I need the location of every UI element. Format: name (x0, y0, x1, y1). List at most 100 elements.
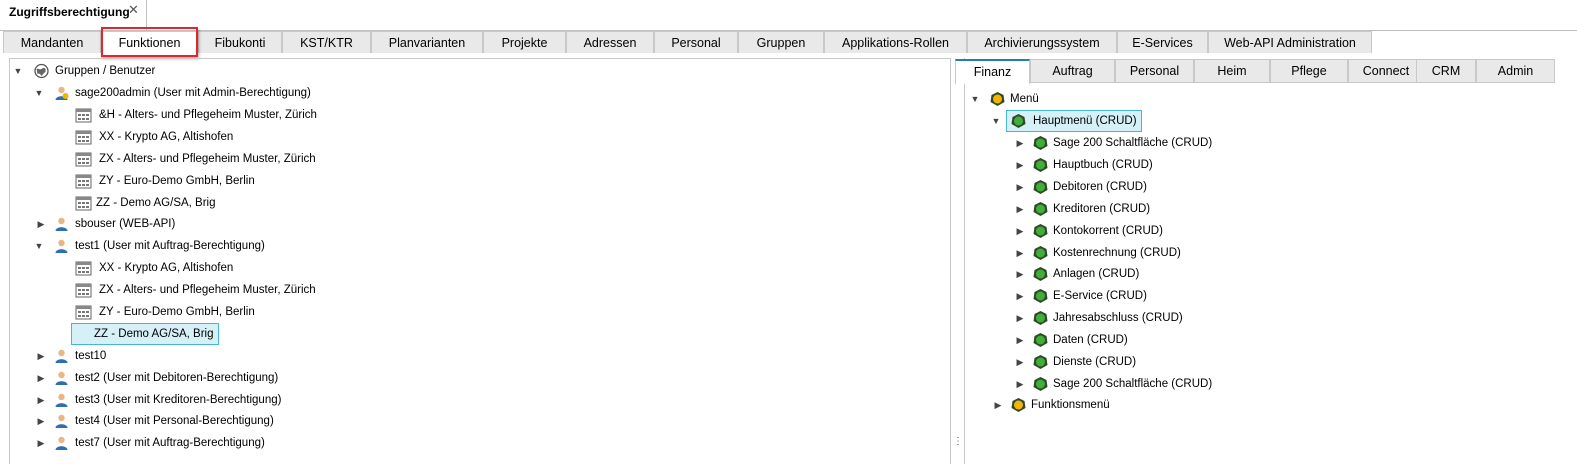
collapse-arrow-icon[interactable]: ▼ (34, 236, 44, 256)
tree-company-label: ZZ - Demo AG/SA, Brig (71, 323, 219, 345)
tree-user-label: test7 (User mit Auftrag-Berechtigung) (75, 437, 265, 449)
document-tab-bar: Zugriffsberechtigung ✕ (0, 0, 1577, 31)
tree-root-label: Gruppen / Benutzer (55, 65, 156, 77)
traffic-light-green-icon (1033, 311, 1048, 326)
traffic-light-green-icon (1033, 223, 1048, 238)
traffic-light-green-icon (1033, 157, 1048, 172)
tab-pflege[interactable]: Pflege (1270, 59, 1348, 82)
tree-user-label: test4 (User mit Personal-Berechtigung) (75, 415, 274, 427)
tree-company-label: ZY - Euro-Demo GmbH, Berlin (99, 175, 255, 187)
user-icon (55, 436, 68, 450)
traffic-light-yellow-icon (990, 92, 1005, 106)
collapse-arrow-icon[interactable]: ▼ (13, 61, 23, 81)
tree-company-label: ZZ - Demo AG/SA, Brig (96, 197, 216, 209)
company-icon (75, 261, 92, 276)
tree-user-label: test10 (75, 350, 107, 362)
tab-divider (1030, 82, 1555, 83)
tree-function-item-label: E-Service (CRUD) (1053, 290, 1147, 303)
panel-splitter[interactable]: ⋮ (951, 58, 963, 464)
collapse-arrow-icon[interactable]: ▼ (970, 89, 980, 109)
main-tab-strip: Mandanten Funktionen Fibukonti KST/KTR P… (0, 31, 1577, 55)
tree-user-label: sage200admin (User mit Admin-Berechtigun… (75, 87, 311, 99)
expand-arrow-icon[interactable]: ▶ (36, 433, 46, 453)
tab-kst-ktr[interactable]: KST/KTR (282, 31, 371, 53)
tree-function-item-label: Sage 200 Schaltfläche (CRUD) (1053, 137, 1213, 149)
tree-company-label: ZX - Alters- und Pflegeheim Muster, Züri… (99, 284, 316, 296)
document-tab[interactable]: Zugriffsberechtigung ✕ (0, 0, 147, 30)
tab-applikations-rollen[interactable]: Applikations-Rollen (824, 31, 967, 53)
globe-icon (34, 63, 49, 79)
tab-mandanten[interactable]: Mandanten (3, 31, 101, 53)
expand-arrow-icon[interactable]: ▶ (1015, 221, 1025, 241)
tree-function-item-label: Hauptbuch (CRUD) (1053, 158, 1153, 171)
tab-finanz[interactable]: Finanz (955, 59, 1030, 84)
tree-function-menu-label: Funktionsmenü (1031, 399, 1110, 411)
expand-arrow-icon[interactable]: ▶ (1015, 264, 1025, 284)
tree-user-label: test2 (User mit Debitoren-Berechtigung) (75, 372, 279, 384)
expand-arrow-icon[interactable]: ▶ (1015, 133, 1025, 153)
tab-archivierungssystem[interactable]: Archivierungssystem (967, 31, 1117, 53)
tab-e-services[interactable]: E-Services (1117, 31, 1208, 53)
tree-company-label: &H - Alters- und Pflegeheim Muster, Züri… (99, 109, 317, 121)
company-icon (75, 130, 92, 145)
tab-projekte[interactable]: Projekte (483, 31, 566, 53)
collapse-arrow-icon[interactable]: ▼ (991, 111, 1001, 131)
expand-arrow-icon[interactable]: ▶ (36, 390, 46, 410)
expand-arrow-icon[interactable]: ▶ (1015, 155, 1025, 175)
user-icon (55, 217, 68, 231)
expand-arrow-icon[interactable]: ▶ (1015, 308, 1025, 328)
traffic-light-green-icon (1033, 201, 1048, 216)
tree-company-label: ZY - Euro-Demo GmbH, Berlin (99, 306, 255, 318)
traffic-light-green-icon (1033, 289, 1048, 304)
tree-function-item-label: Dienste (CRUD) (1053, 356, 1137, 368)
expand-arrow-icon[interactable]: ▶ (1015, 352, 1025, 372)
tree-function-item-label: Kontokorrent (CRUD) (1053, 224, 1163, 237)
tab-connect[interactable]: Connect (1348, 59, 1424, 82)
traffic-light-green-icon (1033, 267, 1048, 282)
tab-personal[interactable]: Personal (654, 31, 738, 53)
traffic-light-green-icon (1011, 114, 1026, 128)
tree-function-item-label: Kreditoren (CRUD) (1053, 202, 1151, 215)
expand-arrow-icon[interactable]: ▶ (1015, 374, 1025, 394)
document-tab-title: Zugriffsberechtigung (9, 5, 130, 19)
expand-arrow-icon[interactable]: ▶ (36, 346, 46, 366)
tree-user-label: test1 (User mit Auftrag-Berechtigung) (75, 240, 265, 252)
tree-function-item-label: Anlagen (CRUD) (1053, 268, 1140, 281)
company-icon (75, 108, 92, 123)
tab-adressen[interactable]: Adressen (566, 31, 654, 53)
close-icon[interactable]: ✕ (128, 2, 139, 18)
user-icon (55, 239, 68, 253)
expand-arrow-icon[interactable]: ▶ (1015, 286, 1025, 306)
tab-fibukonti[interactable]: Fibukonti (198, 31, 282, 53)
category-tab-strip: Finanz Auftrag Personal Heim Pflege Conn… (955, 59, 1555, 84)
tree-user-label: sbouser (WEB-API) (75, 218, 176, 230)
expand-arrow-icon[interactable]: ▶ (36, 214, 46, 234)
company-icon (75, 174, 92, 189)
tab-crm[interactable]: CRM (1416, 59, 1476, 82)
tab-web-api-administration[interactable]: Web-API Administration (1208, 31, 1372, 53)
tree-company-label: XX - Krypto AG, Altishofen (99, 262, 234, 274)
traffic-light-yellow-icon (1011, 398, 1026, 412)
tab-admin[interactable]: Admin (1476, 59, 1555, 82)
tab-gruppen[interactable]: Gruppen (738, 31, 824, 53)
tab-heim[interactable]: Heim (1194, 59, 1270, 82)
expand-arrow-icon[interactable]: ▶ (1015, 330, 1025, 350)
expand-arrow-icon[interactable]: ▶ (1015, 199, 1025, 219)
tab-personal-right[interactable]: Personal (1115, 59, 1194, 82)
tab-auftrag[interactable]: Auftrag (1030, 59, 1115, 82)
tree-company-label: XX - Krypto AG, Altishofen (99, 131, 234, 143)
tab-planvarianten[interactable]: Planvarianten (371, 31, 483, 53)
tree-user-label: test3 (User mit Kreditoren-Berechtigung) (75, 394, 282, 406)
tree-function-item-label: Daten (CRUD) (1053, 334, 1128, 347)
traffic-light-green-icon (1033, 136, 1048, 150)
expand-arrow-icon[interactable]: ▶ (36, 411, 46, 431)
collapse-arrow-icon[interactable]: ▼ (34, 83, 44, 103)
expand-arrow-icon[interactable]: ▶ (1015, 177, 1025, 197)
expand-arrow-icon[interactable]: ▶ (993, 395, 1003, 415)
admin-user-icon (55, 86, 69, 100)
company-icon (75, 152, 92, 167)
expand-arrow-icon[interactable]: ▶ (1015, 243, 1025, 263)
expand-arrow-icon[interactable]: ▶ (36, 368, 46, 388)
tree-function-item-label: Sage 200 Schaltfläche (CRUD) (1053, 377, 1213, 390)
user-icon (55, 414, 68, 428)
